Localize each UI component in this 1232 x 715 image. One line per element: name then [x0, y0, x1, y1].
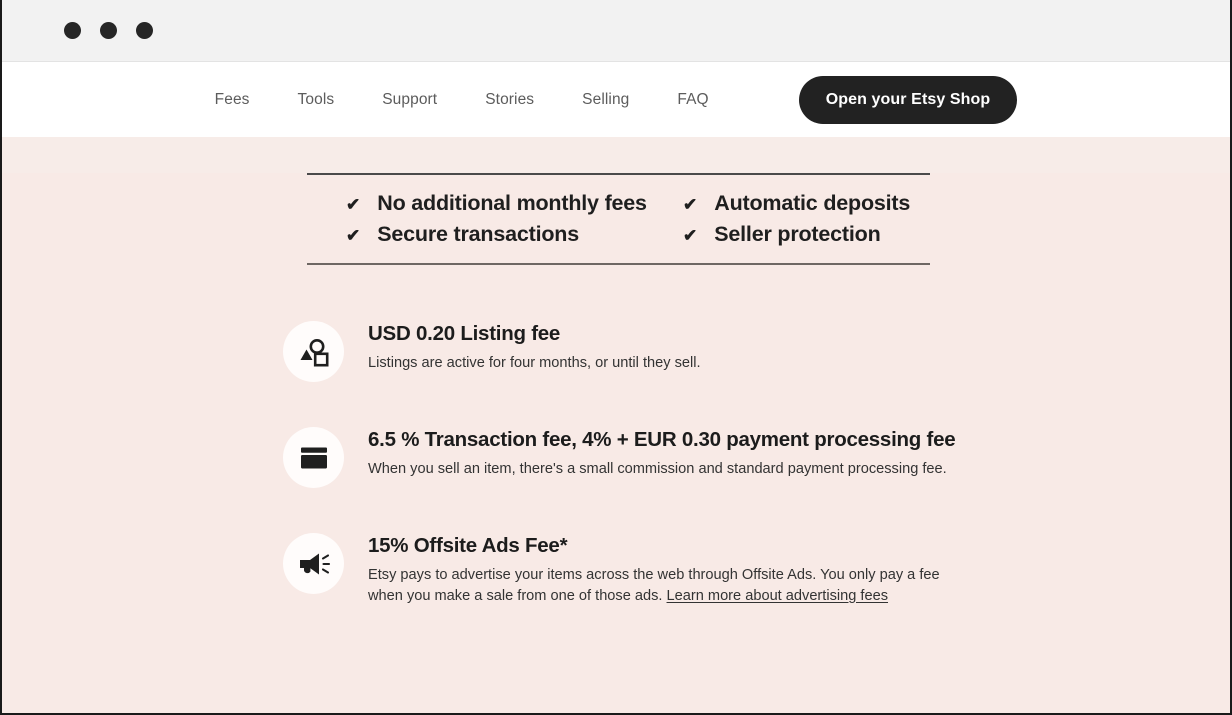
- benefit-label: Automatic deposits: [714, 191, 911, 215]
- fee-description: Listings are active for four months, or …: [368, 353, 701, 374]
- site-navigation: Fees Tools Support Stories Selling FAQ O…: [2, 62, 1230, 137]
- fee-text: USD 0.20 Listing fee Listings are active…: [368, 319, 701, 374]
- fee-description-text: When you sell an item, there's a small c…: [368, 461, 947, 477]
- nav-link-faq[interactable]: FAQ: [677, 91, 708, 109]
- fee-description-text: Listings are active for four months, or …: [368, 355, 701, 371]
- benefit-item: ✔ No additional monthly fees: [307, 191, 647, 216]
- page-content: ✔ No additional monthly fees ✔ Automatic…: [2, 173, 1230, 713]
- nav-links: Fees Tools Support Stories Selling FAQ: [215, 91, 709, 109]
- fee-text: 6.5 % Transaction fee, 4% + EUR 0.30 pay…: [368, 425, 956, 480]
- benefit-item: ✔ Seller protection: [645, 222, 930, 247]
- close-dot[interactable]: [64, 22, 81, 39]
- check-icon: ✔: [683, 226, 698, 245]
- benefit-label: No additional monthly fees: [377, 191, 647, 215]
- fee-item: USD 0.20 Listing fee Listings are active…: [283, 319, 1230, 382]
- benefit-item: ✔ Secure transactions: [307, 222, 645, 247]
- credit-card-icon: [283, 427, 344, 488]
- benefit-label: Secure transactions: [377, 222, 579, 246]
- fee-text: 15% Offsite Ads Fee* Etsy pays to advert…: [368, 531, 956, 606]
- fee-title: 15% Offsite Ads Fee*: [368, 534, 568, 557]
- benefits-grid: ✔ No additional monthly fees ✔ Automatic…: [307, 191, 930, 247]
- fee-description: When you sell an item, there's a small c…: [368, 459, 955, 480]
- fee-item: 15% Offsite Ads Fee* Etsy pays to advert…: [283, 531, 1230, 606]
- benefit-item: ✔ Automatic deposits: [645, 191, 930, 216]
- nav-link-selling[interactable]: Selling: [582, 91, 629, 109]
- fee-list: USD 0.20 Listing fee Listings are active…: [2, 319, 1230, 606]
- minimize-dot[interactable]: [100, 22, 117, 39]
- maximize-dot[interactable]: [136, 22, 153, 39]
- check-icon: ✔: [346, 226, 361, 245]
- fee-title: USD 0.20 Listing fee: [368, 322, 561, 345]
- benefit-label: Seller protection: [714, 222, 881, 246]
- nav-link-tools[interactable]: Tools: [298, 91, 335, 109]
- fee-description: Etsy pays to advertise your items across…: [368, 565, 956, 606]
- fee-item: 6.5 % Transaction fee, 4% + EUR 0.30 pay…: [283, 425, 1230, 488]
- nav-link-fees[interactable]: Fees: [215, 91, 250, 109]
- fee-title: 6.5 % Transaction fee, 4% + EUR 0.30 pay…: [368, 428, 956, 451]
- megaphone-icon: [283, 533, 344, 594]
- check-icon: ✔: [346, 195, 361, 214]
- browser-window: Fees Tools Support Stories Selling FAQ O…: [0, 0, 1232, 715]
- shapes-icon: [283, 321, 344, 382]
- nav-link-stories[interactable]: Stories: [485, 91, 534, 109]
- benefits-block: ✔ No additional monthly fees ✔ Automatic…: [307, 173, 930, 265]
- browser-titlebar: [2, 0, 1230, 62]
- check-icon: ✔: [683, 195, 698, 214]
- nav-link-support[interactable]: Support: [382, 91, 437, 109]
- open-etsy-shop-button[interactable]: Open your Etsy Shop: [798, 75, 1018, 124]
- advertising-fees-link[interactable]: Learn more about advertising fees: [667, 588, 888, 604]
